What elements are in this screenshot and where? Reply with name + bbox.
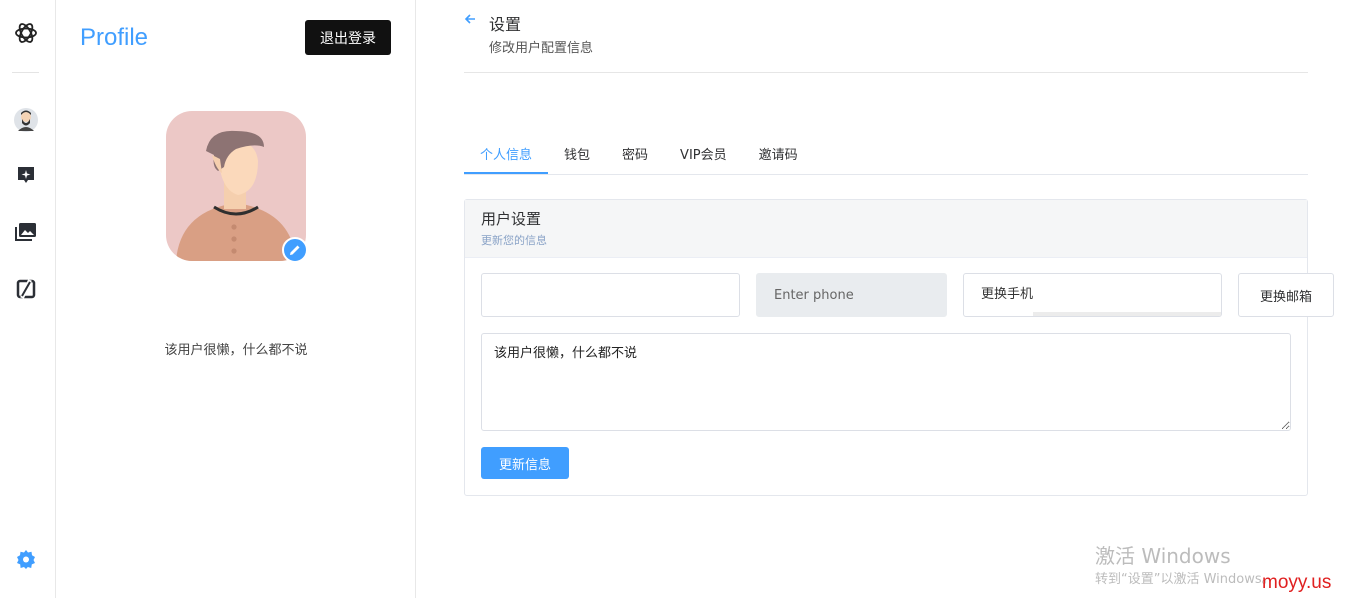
profile-title: Profile — [80, 24, 149, 51]
settings-tabs: 个人信息 钱包 密码 VIP会员 邀请码 — [464, 137, 1308, 175]
phone-input[interactable] — [756, 273, 947, 317]
pencil-icon — [290, 245, 300, 255]
settings-gear-icon[interactable] — [12, 545, 40, 573]
image-gallery-icon[interactable] — [12, 218, 40, 246]
edit-avatar-button[interactable] — [282, 237, 308, 263]
tab-wallet[interactable]: 钱包 — [548, 137, 606, 174]
avatar-container — [166, 111, 308, 263]
avatar[interactable] — [166, 111, 306, 261]
rail-divider — [12, 72, 39, 73]
card-header: 用户设置 更新您的信息 — [465, 200, 1307, 258]
tab-invite-code[interactable]: 邀请码 — [743, 137, 814, 174]
windows-activation-hint: 转到“设置”以激活 Windows。 — [1095, 572, 1275, 587]
card-subtitle: 更新您的信息 — [481, 234, 547, 247]
profile-bio: 该用户很懒，什么都不说 — [164, 343, 308, 358]
midjourney-icon[interactable] — [12, 275, 40, 303]
update-info-button[interactable]: 更新信息 — [481, 447, 569, 479]
card-title: 用户设置 — [481, 210, 542, 228]
brand-watermark: moyy.us — [1262, 572, 1332, 593]
username-input[interactable] — [481, 273, 740, 317]
ai-chat-icon[interactable] — [12, 161, 40, 189]
windows-activation-title: 激活 Windows — [1095, 544, 1231, 568]
tab-password[interactable]: 密码 — [606, 137, 664, 174]
openai-logo-icon[interactable] — [12, 19, 40, 47]
tab-personal-info[interactable]: 个人信息 — [464, 137, 549, 174]
change-email-button[interactable]: 更换邮箱 — [1238, 273, 1334, 317]
icon-rail — [0, 0, 56, 598]
change-phone-label: 更换手机 — [981, 287, 1034, 302]
bio-textarea[interactable]: 该用户很懒，什么都不说 — [481, 333, 1291, 431]
back-arrow-icon[interactable] — [464, 12, 476, 29]
page-title: 设置 — [489, 15, 522, 34]
horizontal-scrollbar[interactable] — [1033, 312, 1221, 316]
tab-vip[interactable]: VIP会员 — [664, 137, 743, 174]
user-settings-card: 用户设置 更新您的信息 更换手机 更换邮箱 该用户很懒，什么都不说 更新信息 — [464, 199, 1334, 496]
user-avatar-icon[interactable] — [12, 106, 40, 134]
change-phone-button[interactable]: 更换手机 — [963, 273, 1222, 317]
logout-button[interactable]: 退出登录 — [305, 20, 391, 55]
page-subtitle: 修改用户配置信息 — [489, 41, 594, 56]
header-divider — [464, 72, 1308, 73]
profile-panel: Profile 退出登录 该用户很懒，什么都不说 — [56, 0, 416, 598]
